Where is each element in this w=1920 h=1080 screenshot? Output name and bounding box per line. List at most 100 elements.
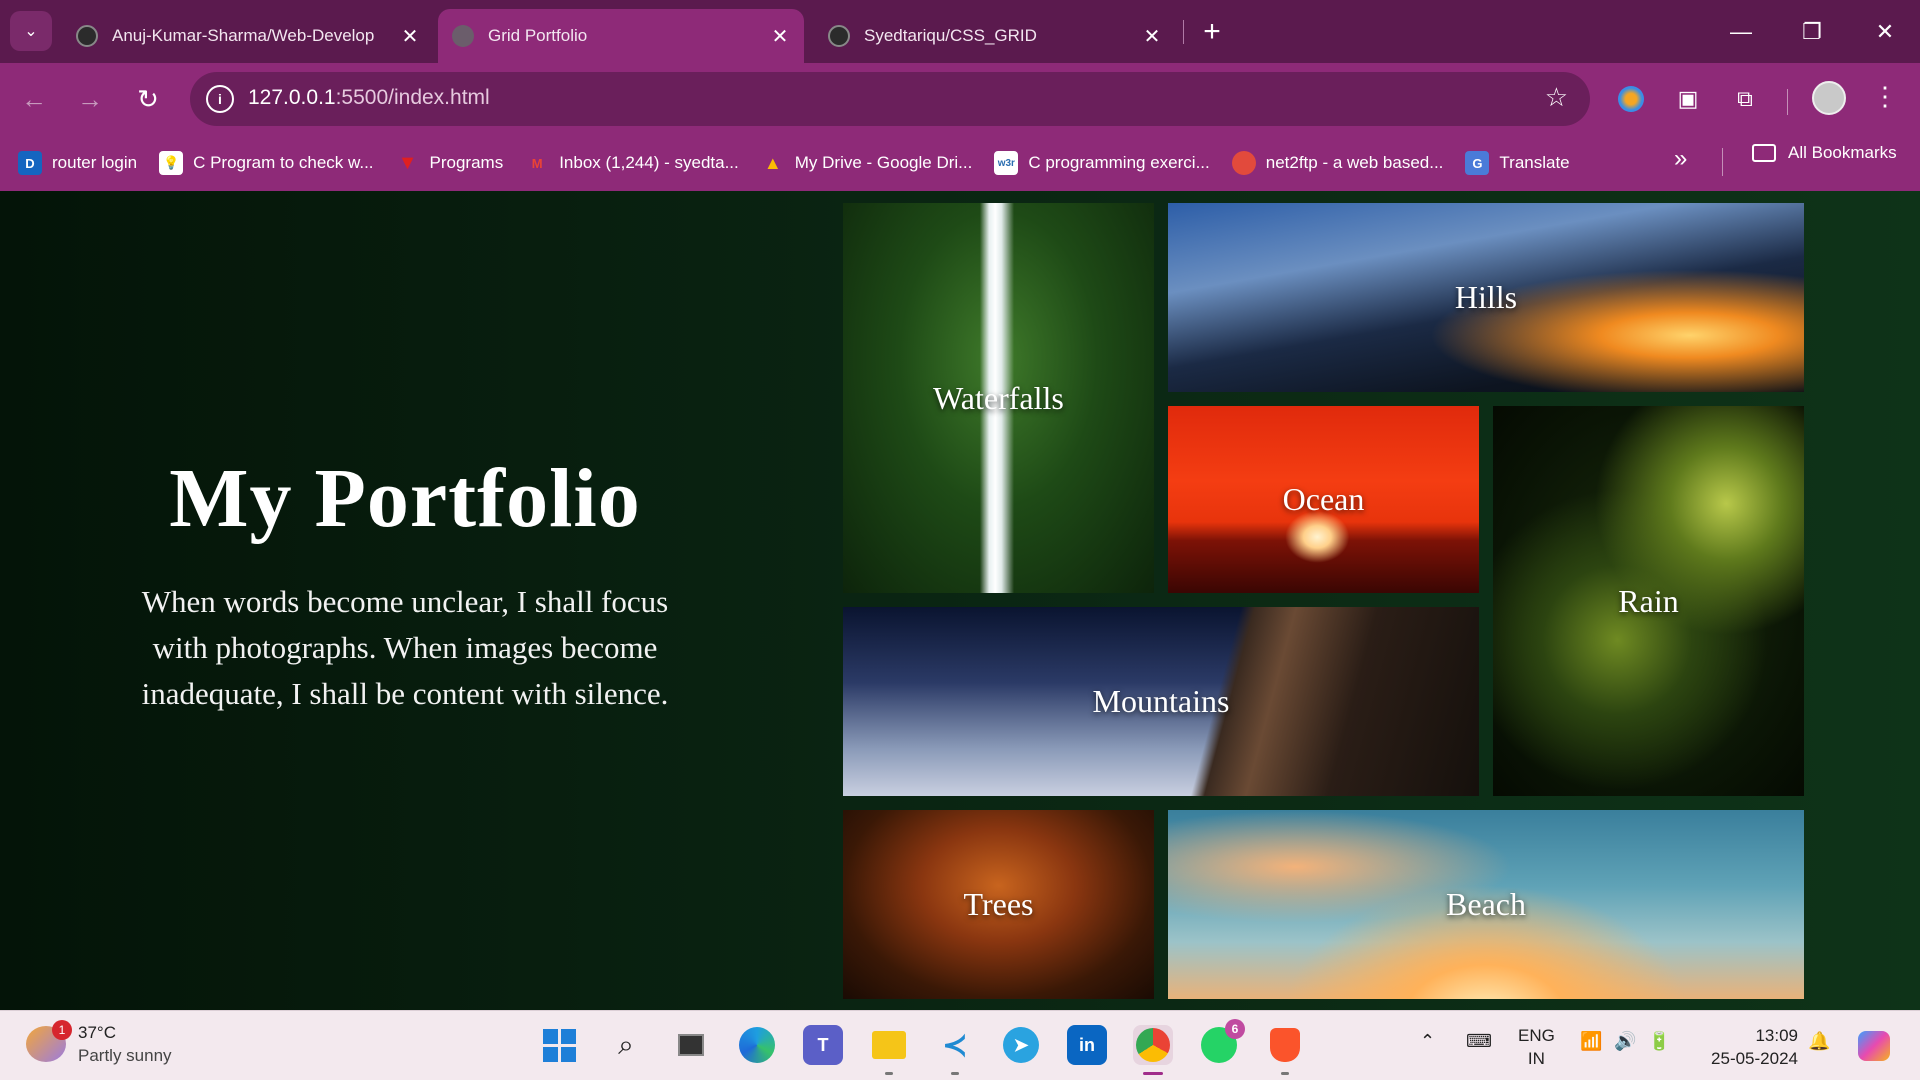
bookmark-c-programming-exercises[interactable]: w3r C programming exerci... [994, 151, 1210, 175]
chrome-app[interactable] [1133, 1025, 1173, 1075]
extension-color-icon[interactable] [1613, 81, 1649, 117]
brave-app[interactable] [1265, 1025, 1305, 1075]
bookmark-star-icon[interactable]: ☆ [1545, 82, 1568, 113]
time: 13:09 [1755, 1026, 1798, 1045]
bookmark-google-drive[interactable]: ▲ My Drive - Google Dri... [761, 151, 973, 175]
back-button[interactable]: ← [14, 79, 54, 119]
bookmark-net2ftp[interactable]: net2ftp - a web based... [1231, 151, 1443, 175]
bookmark-c-program-check[interactable]: 💡 C Program to check w... [159, 151, 374, 175]
brave-icon [1270, 1028, 1300, 1062]
forward-button[interactable]: → [70, 79, 110, 119]
edge-app[interactable] [737, 1025, 777, 1065]
date: 25-05-2024 [1711, 1049, 1798, 1068]
url-path: :5500/index.html [335, 86, 490, 109]
bookmark-programs[interactable]: ▼ Programs [396, 151, 504, 175]
whatsapp-app[interactable]: 6 [1199, 1019, 1245, 1065]
url-text[interactable]: 127.0.0.1:5500/index.html [248, 86, 490, 110]
search-icon: ⌕ [618, 1028, 634, 1060]
windows-logo-icon [542, 1028, 576, 1062]
linkedin-app[interactable]: in [1067, 1025, 1107, 1065]
tab-syedtariqu-css-grid[interactable]: Syedtariqu/CSS_GRID ✕ [814, 9, 1176, 63]
gmail-icon: M [531, 155, 543, 171]
tab-search-button[interactable]: ⌄ [10, 11, 52, 51]
chevron-down-icon: ⌄ [24, 23, 38, 40]
tile-label: Ocean [1282, 481, 1365, 517]
arrow-right-icon: → [77, 83, 103, 114]
drive-icon: ▲ [763, 152, 782, 173]
minimize-button[interactable]: — [1721, 12, 1761, 52]
telegram-app[interactable]: ➤ [1001, 1025, 1041, 1065]
show-hidden-icons-chevron-icon[interactable]: ⌃ [1420, 1031, 1435, 1052]
close-window-button[interactable]: ✕ [1865, 12, 1905, 52]
weather-text: 37°C Partly sunny [78, 1021, 172, 1067]
reload-button[interactable]: ↻ [128, 79, 168, 119]
bulb-icon: 💡 [159, 151, 184, 175]
weather-icon: 1 [26, 1020, 72, 1062]
search-button[interactable]: ⌕ [606, 1025, 646, 1065]
extensions-puzzle-icon[interactable]: ⧉ [1727, 81, 1763, 117]
tile-hills[interactable]: Hills [1168, 203, 1804, 392]
bookmark-label: Translate [1499, 153, 1570, 172]
weather-widget[interactable]: 1 37°C Partly sunny [26, 1020, 172, 1067]
task-view-button[interactable] [671, 1025, 711, 1065]
all-bookmarks-button[interactable]: All Bookmarks [1752, 143, 1897, 163]
more-bookmarks-chevron-icon[interactable]: » [1674, 145, 1687, 173]
bookmark-label: Programs [429, 153, 504, 172]
tile-waterfalls[interactable]: Waterfalls [843, 203, 1154, 593]
tab-title: Syedtariqu/CSS_GRID [864, 26, 1037, 45]
new-tab-button[interactable]: + [1196, 14, 1228, 50]
teams-app[interactable]: T [803, 1025, 843, 1065]
bookmarks-divider [1722, 148, 1723, 176]
bookmark-translate[interactable]: G Translate [1465, 151, 1570, 175]
file-explorer-app[interactable] [869, 1025, 909, 1075]
start-button[interactable] [539, 1025, 579, 1065]
bookmark-gmail-inbox[interactable]: M Inbox (1,244) - syedta... [525, 151, 739, 175]
battery-icon[interactable]: 🔋 [1648, 1031, 1670, 1052]
notification-bell-icon[interactable]: 🔔 [1808, 1031, 1830, 1052]
plus-icon: + [1203, 15, 1221, 48]
telegram-icon: ➤ [1003, 1027, 1039, 1063]
bookmark-label: My Drive - Google Dri... [794, 153, 973, 172]
tile-rain[interactable]: Rain [1493, 406, 1804, 796]
bookmark-label: C programming exerci... [1028, 153, 1210, 172]
hero-section: My Portfolio When words become unclear, … [80, 452, 730, 717]
all-bookmarks-label: All Bookmarks [1788, 143, 1897, 162]
menu-kebab-icon[interactable]: ⋮ [1870, 81, 1900, 112]
tab-anuj-web-develop[interactable]: Anuj-Kumar-Sharma/Web-Develop ✕ [62, 9, 434, 63]
profile-avatar[interactable] [1812, 81, 1846, 115]
tile-beach[interactable]: Beach [1168, 810, 1804, 999]
tab-grid-portfolio[interactable]: Grid Portfolio ✕ [438, 9, 804, 63]
tile-label: Beach [1446, 886, 1526, 922]
site-info-icon[interactable]: i [206, 85, 234, 113]
close-icon[interactable]: ✕ [770, 24, 790, 49]
language-indicator[interactable]: ENG IN [1518, 1024, 1555, 1070]
tile-mountains[interactable]: Mountains [843, 607, 1479, 796]
volume-icon[interactable]: 🔊 [1614, 1031, 1636, 1052]
arrow-left-icon: ← [21, 83, 47, 114]
close-icon[interactable]: ✕ [1142, 24, 1162, 49]
bookmark-label: C Program to check w... [193, 153, 374, 172]
tile-ocean[interactable]: Ocean [1168, 406, 1479, 593]
tile-trees[interactable]: Trees [843, 810, 1154, 999]
address-bar[interactable]: i 127.0.0.1:5500/index.html ☆ [190, 72, 1590, 126]
copilot-icon[interactable] [1858, 1031, 1890, 1061]
tab-title: Anuj-Kumar-Sharma/Web-Develop [112, 26, 375, 45]
triangle-icon: ▼ [397, 151, 418, 174]
keyboard-layout-icon[interactable]: ⌨ [1466, 1031, 1492, 1052]
close-icon[interactable]: ✕ [400, 24, 420, 49]
weather-description: Partly sunny [78, 1046, 172, 1065]
side-panel-icon[interactable]: ▣ [1670, 81, 1706, 117]
restore-button[interactable]: ❐ [1792, 12, 1832, 52]
tab-strip: ⌄ Anuj-Kumar-Sharma/Web-Develop ✕ Grid P… [0, 0, 1920, 63]
browser-toolbar: ← → ↻ i 127.0.0.1:5500/index.html ☆ ▣ ⧉ … [0, 63, 1920, 135]
url-host: 127.0.0.1 [248, 86, 336, 109]
bookmark-router-login[interactable]: D router login [18, 151, 137, 175]
weather-temperature: 37°C [78, 1023, 116, 1042]
edge-icon [739, 1027, 775, 1063]
chrome-icon [1136, 1028, 1170, 1062]
clock[interactable]: 13:09 25-05-2024 [1700, 1024, 1798, 1070]
bookmarks-bar: D router login 💡 C Program to check w...… [0, 135, 1920, 191]
toolbar-divider [1787, 89, 1788, 115]
wifi-icon[interactable]: 📶 [1580, 1031, 1602, 1052]
vscode-app[interactable]: ≺ [935, 1025, 975, 1075]
